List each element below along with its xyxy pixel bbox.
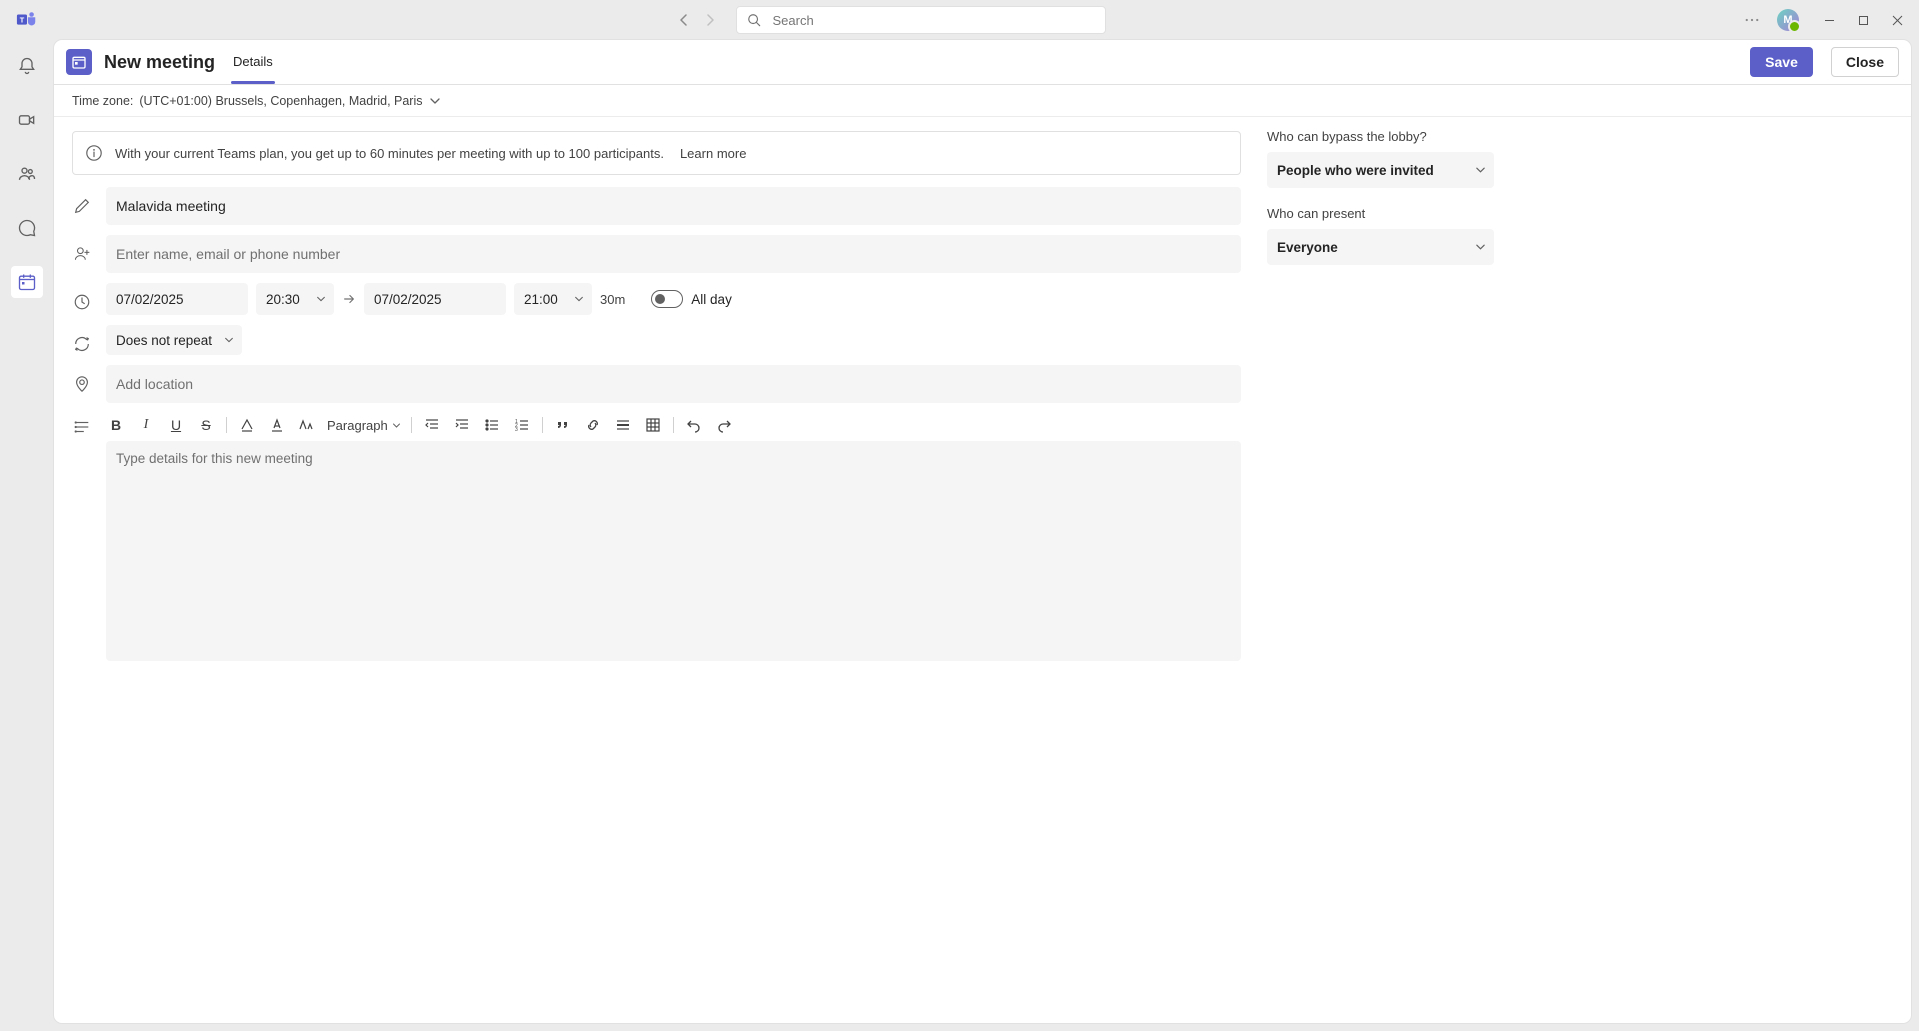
rail-chat[interactable] bbox=[11, 212, 43, 244]
present-label: Who can present bbox=[1267, 206, 1494, 221]
tab-details[interactable]: Details bbox=[231, 54, 275, 71]
indent-increase-button[interactable] bbox=[452, 415, 472, 435]
search-box[interactable] bbox=[736, 6, 1106, 34]
info-icon bbox=[85, 144, 103, 162]
chevron-down-icon bbox=[1475, 165, 1486, 176]
end-date-input[interactable] bbox=[364, 283, 506, 315]
hr-button[interactable] bbox=[613, 415, 633, 435]
app-rail bbox=[0, 40, 54, 1031]
toolbar-separator bbox=[226, 417, 227, 433]
page-title: New meeting bbox=[104, 52, 215, 73]
meeting-options-sidebar: Who can bypass the lobby? People who wer… bbox=[1259, 117, 1539, 1023]
chevron-down-icon bbox=[392, 421, 401, 430]
main-panel: New meeting Details Save Close Time zone… bbox=[54, 40, 1911, 1023]
close-button[interactable]: Close bbox=[1831, 47, 1899, 77]
who-can-present-select[interactable]: Everyone bbox=[1267, 229, 1494, 265]
save-button[interactable]: Save bbox=[1750, 47, 1813, 77]
lobby-label: Who can bypass the lobby? bbox=[1267, 129, 1494, 144]
meeting-title-input[interactable] bbox=[106, 187, 1241, 225]
all-day-toggle[interactable] bbox=[651, 290, 683, 308]
svg-text:T: T bbox=[20, 15, 25, 24]
chevron-down-icon bbox=[1475, 242, 1486, 253]
indent-decrease-button[interactable] bbox=[422, 415, 442, 435]
description-editor[interactable]: Type details for this new meeting bbox=[106, 441, 1241, 661]
more-icon[interactable] bbox=[1745, 13, 1759, 27]
toolbar-separator bbox=[542, 417, 543, 433]
rail-video[interactable] bbox=[11, 104, 43, 136]
nav-forward-icon[interactable] bbox=[704, 14, 716, 26]
avatar[interactable]: M bbox=[1777, 9, 1799, 31]
people-add-icon bbox=[72, 244, 92, 264]
window-maximize-icon[interactable] bbox=[1857, 14, 1869, 26]
window-close-icon[interactable] bbox=[1891, 14, 1903, 26]
chevron-down-icon bbox=[429, 95, 441, 107]
rich-text-toolbar: B I U S Paragraph bbox=[106, 413, 1241, 441]
bold-button[interactable]: B bbox=[106, 415, 126, 435]
quote-button[interactable] bbox=[553, 415, 573, 435]
toolbar-separator bbox=[673, 417, 674, 433]
search-input[interactable] bbox=[773, 13, 1095, 28]
location-input[interactable] bbox=[106, 365, 1241, 403]
recurrence-icon bbox=[72, 334, 92, 354]
underline-button[interactable]: U bbox=[166, 415, 186, 435]
timezone-value: (UTC+01:00) Brussels, Copenhagen, Madrid… bbox=[139, 94, 422, 108]
end-time-select[interactable]: 21:00 bbox=[514, 283, 592, 315]
banner-text: With your current Teams plan, you get up… bbox=[115, 146, 664, 161]
svg-text:3: 3 bbox=[515, 427, 518, 433]
timezone-bar[interactable]: Time zone: (UTC+01:00) Brussels, Copenha… bbox=[54, 85, 1911, 117]
rail-community[interactable] bbox=[11, 158, 43, 190]
nav-back-icon[interactable] bbox=[678, 14, 690, 26]
page-header: New meeting Details Save Close bbox=[54, 40, 1911, 85]
arrow-right-icon bbox=[342, 292, 356, 306]
duration-label: 30m bbox=[600, 292, 625, 307]
clock-icon bbox=[72, 292, 92, 312]
plan-info-banner: With your current Teams plan, you get up… bbox=[72, 131, 1241, 175]
teams-app-icon: T bbox=[16, 9, 38, 31]
timezone-prefix: Time zone: bbox=[72, 94, 133, 108]
font-color-button[interactable] bbox=[267, 415, 287, 435]
italic-button[interactable]: I bbox=[136, 415, 156, 435]
form-column: With your current Teams plan, you get up… bbox=[54, 117, 1259, 1023]
table-button[interactable] bbox=[643, 415, 663, 435]
redo-button[interactable] bbox=[714, 415, 734, 435]
link-button[interactable] bbox=[583, 415, 603, 435]
pencil-icon bbox=[72, 196, 92, 216]
bullet-list-button[interactable] bbox=[482, 415, 502, 435]
description-icon bbox=[72, 417, 92, 437]
font-size-button[interactable] bbox=[297, 415, 317, 435]
banner-learn-more-link[interactable]: Learn more bbox=[680, 146, 746, 161]
recurrence-select[interactable]: Does not repeat bbox=[106, 325, 242, 355]
lobby-bypass-select[interactable]: People who were invited bbox=[1267, 152, 1494, 188]
highlight-button[interactable] bbox=[237, 415, 257, 435]
rail-activity[interactable] bbox=[11, 50, 43, 82]
start-date-input[interactable] bbox=[106, 283, 248, 315]
window-minimize-icon[interactable] bbox=[1823, 14, 1835, 26]
search-icon bbox=[747, 13, 761, 27]
calendar-badge-icon bbox=[66, 49, 92, 75]
start-time-select[interactable]: 20:30 bbox=[256, 283, 334, 315]
location-icon bbox=[72, 374, 92, 394]
paragraph-style-select[interactable]: Paragraph bbox=[327, 418, 401, 433]
strike-button[interactable]: S bbox=[196, 415, 216, 435]
all-day-label: All day bbox=[691, 292, 732, 307]
undo-button[interactable] bbox=[684, 415, 704, 435]
rail-calendar[interactable] bbox=[11, 266, 43, 298]
toolbar-separator bbox=[411, 417, 412, 433]
numbered-list-button[interactable]: 123 bbox=[512, 415, 532, 435]
titlebar: T M bbox=[0, 0, 1919, 40]
attendees-input[interactable] bbox=[106, 235, 1241, 273]
